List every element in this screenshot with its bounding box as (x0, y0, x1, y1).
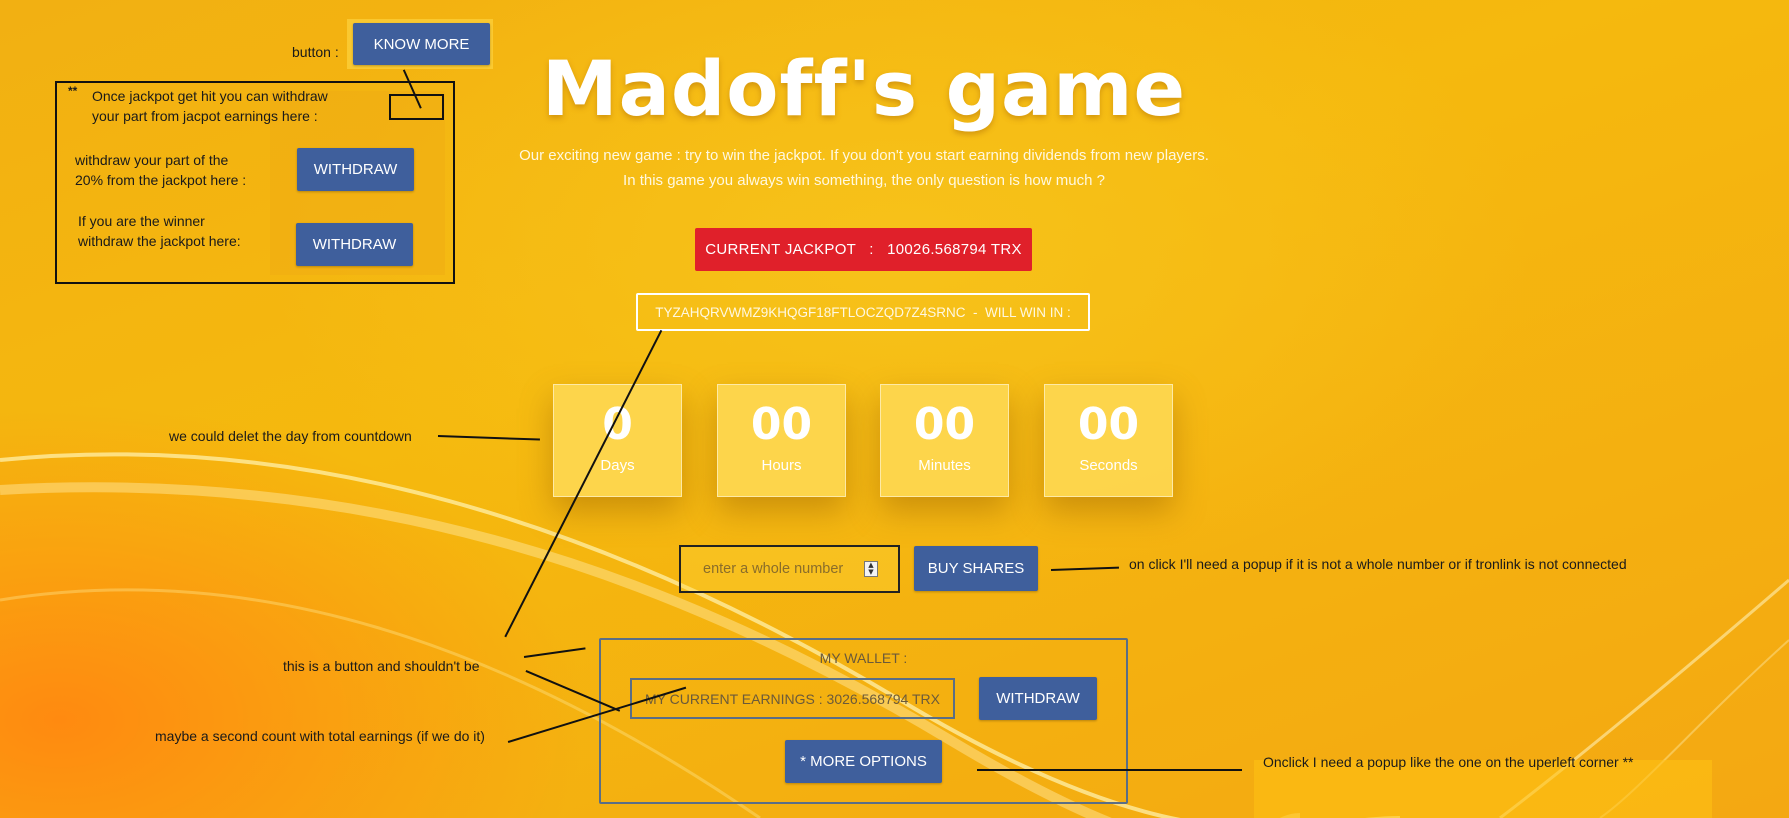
countdown-hours-value: 00 (750, 399, 813, 450)
countdown-days: 0 Days (553, 384, 682, 497)
number-stepper[interactable]: ▲ ▼ (864, 561, 878, 577)
winner-note-line-1: If you are the winner (78, 213, 205, 229)
shares-input-container: ▲▼ (679, 545, 900, 593)
countdown-minutes: 00 Minutes (880, 384, 1009, 497)
withdraw-part-button[interactable]: WITHDRAW (297, 148, 414, 191)
withdraw-jackpot-button[interactable]: WITHDRAW (296, 223, 413, 266)
know-more-button[interactable]: KNOW MORE (353, 23, 490, 65)
button-note: button : (292, 44, 339, 60)
countdown-minutes-value: 00 (913, 399, 976, 450)
part-note-line-1: withdraw your part of the (75, 152, 229, 168)
countdown-seconds: 00 Seconds (1044, 384, 1173, 497)
wallet-heading: MY WALLET : (819, 650, 908, 666)
popup-annotation: on click I'll need a popup if it is not … (1129, 556, 1627, 572)
winner-note-line-2: withdraw the jackpot here: (78, 233, 241, 249)
earnings-annotation: maybe a second count with total earnings… (155, 728, 485, 744)
winner-address-button[interactable]: TYZAHQRVWMZ9KHQGF18FTLOCZQD7Z4SRNC - WIL… (636, 293, 1090, 331)
countdown-seconds-label: Seconds (1079, 457, 1138, 474)
buy-shares-button[interactable]: BUY SHARES (914, 546, 1038, 591)
current-earnings-display[interactable]: MY CURRENT EARNINGS : 3026.568794 TRX (630, 678, 955, 719)
more-options-annotation-line (977, 769, 1242, 771)
more-options-annotation: Onclick I need a popup like the one on t… (1263, 754, 1634, 770)
countdown-days-value: 0 (602, 399, 633, 450)
countdown-minutes-label: Minutes (918, 457, 971, 474)
current-jackpot-badge: CURRENT JACKPOT : 10026.568794 TRX (695, 228, 1032, 271)
part-note-line-2: 20% from the jackpot here : (75, 172, 247, 188)
countdown-seconds-value: 00 (1077, 399, 1140, 450)
wallet-withdraw-button[interactable]: WITHDRAW (979, 677, 1097, 720)
shares-quantity-input[interactable] (701, 560, 865, 578)
more-options-button[interactable]: * MORE OPTIONS (785, 740, 942, 783)
jackpot-note-line-2: your part from jacpot earnings here : (92, 108, 318, 124)
countdown-hours-label: Hours (761, 457, 802, 474)
double-star-marker: ** (68, 84, 78, 98)
jackpot-note-line-1: Once jackpot get hit you can withdraw (92, 88, 328, 104)
countdown-days-label: Days (600, 457, 635, 474)
countdown-annotation: we could delet the day from countdown (169, 428, 412, 444)
winner-button-annotation: this is a button and shouldn't be (283, 658, 480, 674)
countdown-hours: 00 Hours (717, 384, 846, 497)
